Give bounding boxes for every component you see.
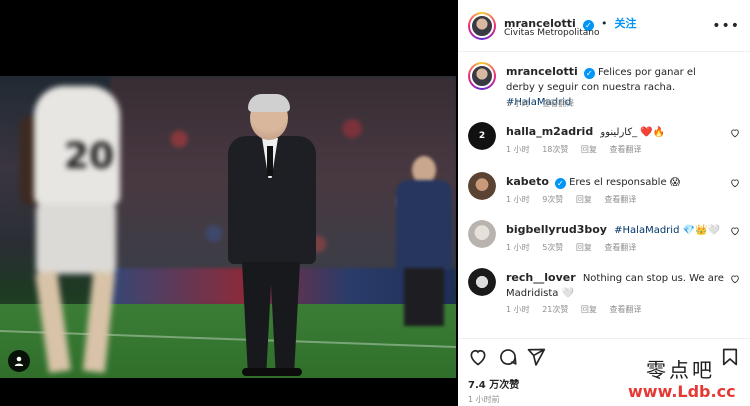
comment-avatar[interactable] xyxy=(468,172,496,200)
translate-link[interactable]: 查看翻译 xyxy=(609,145,641,154)
comment-username[interactable]: halla_m2adrid xyxy=(506,125,593,138)
heart-icon[interactable] xyxy=(730,178,740,188)
comment-avatar[interactable] xyxy=(468,268,496,296)
heart-icon[interactable] xyxy=(730,226,740,236)
post-photo[interactable]: 20 xyxy=(0,76,456,378)
follow-button[interactable]: 关注 xyxy=(615,17,637,30)
comment-avatar[interactable]: 2 xyxy=(468,122,496,150)
verified-icon: ✓ xyxy=(583,68,595,79)
comment-text: كارلينوو_ ❤️🔥 xyxy=(600,127,666,138)
comment-username[interactable]: bigbellyrud3boy xyxy=(506,223,607,236)
translate-link[interactable]: 查看翻译 xyxy=(542,99,574,108)
caption-username[interactable]: mrancelotti xyxy=(506,65,578,78)
heart-icon[interactable] xyxy=(730,128,740,138)
comment-time: 1 小时 xyxy=(506,243,530,252)
share-icon[interactable] xyxy=(526,347,546,367)
comment-time: 1 小时 xyxy=(506,145,530,154)
caption-avatar[interactable] xyxy=(468,62,496,90)
translate-link[interactable]: 查看翻译 xyxy=(609,305,641,314)
reply-button[interactable]: 回复 xyxy=(576,195,592,204)
translate-link[interactable]: 查看翻译 xyxy=(604,243,636,252)
player-figure: 20 xyxy=(16,76,126,378)
comment-item: rech__lover Nothing can stop us. We are … xyxy=(468,268,744,320)
comment-username[interactable]: kabeto xyxy=(506,175,549,188)
author-avatar[interactable] xyxy=(468,12,496,40)
comment-icon[interactable] xyxy=(498,347,518,367)
post-caption: mrancelotti ✓ Felices por ganar el derby … xyxy=(468,62,744,108)
comment-emoji: 💎👑🤍 xyxy=(682,225,720,236)
post-header: mrancelotti ✓ • 关注 Civitas Metropolitano… xyxy=(458,0,750,52)
post-location[interactable]: Civitas Metropolitano xyxy=(504,28,600,38)
posted-time: 1 小时前 xyxy=(468,395,500,404)
comment-hashtag[interactable]: #HalaMadrid xyxy=(614,225,679,236)
instagram-post-view: 20 mrancelotti ✓ • 关注 Civitas Metropolit… xyxy=(0,0,750,406)
comment-likes[interactable]: 5次赞 xyxy=(542,243,563,252)
coach-figure xyxy=(220,94,324,378)
caption-time: 1 小时 xyxy=(506,99,530,108)
comment-username[interactable]: rech__lover xyxy=(506,271,576,284)
comment-item: bigbellyrud3boy #HalaMadrid 💎👑🤍 1 小时 5次赞… xyxy=(468,220,744,260)
jersey-number: 20 xyxy=(64,136,115,177)
heart-icon[interactable] xyxy=(730,274,740,284)
comment-time: 1 小时 xyxy=(506,305,530,314)
heart-icon[interactable] xyxy=(468,347,488,367)
verified-icon: ✓ xyxy=(554,178,566,189)
bystander-figure xyxy=(396,156,452,326)
comment-likes[interactable]: 18次赞 xyxy=(542,145,568,154)
reply-button[interactable]: 回复 xyxy=(581,305,597,314)
translate-link[interactable]: 查看翻译 xyxy=(604,195,636,204)
comment-avatar[interactable] xyxy=(468,220,496,248)
more-icon[interactable]: ••• xyxy=(712,18,740,34)
site-watermark: 零点吧 www.Ldb.cc xyxy=(626,354,750,406)
comment-time: 1 小时 xyxy=(506,195,530,204)
user-tag-icon[interactable] xyxy=(8,350,30,372)
reply-button[interactable]: 回复 xyxy=(576,243,592,252)
likes-count[interactable]: 7.4 万次赞 xyxy=(468,376,519,391)
comment-item: 2 halla_m2adrid كارلينوو_ ❤️🔥 1 小时 18次赞 … xyxy=(468,122,744,162)
reply-button[interactable]: 回复 xyxy=(581,145,597,154)
watermark-url: www.Ldb.cc xyxy=(628,382,736,401)
comment-likes[interactable]: 9次赞 xyxy=(542,195,563,204)
watermark-chinese: 零点吧 xyxy=(646,358,715,382)
post-sidebar: mrancelotti ✓ • 关注 Civitas Metropolitano… xyxy=(458,0,750,406)
comment-text: Eres el responsable 😱 xyxy=(569,177,681,188)
comment-likes[interactable]: 21次赞 xyxy=(542,305,568,314)
comment-item: kabeto ✓ Eres el responsable 😱 1 小时 9次赞 回… xyxy=(468,172,744,212)
